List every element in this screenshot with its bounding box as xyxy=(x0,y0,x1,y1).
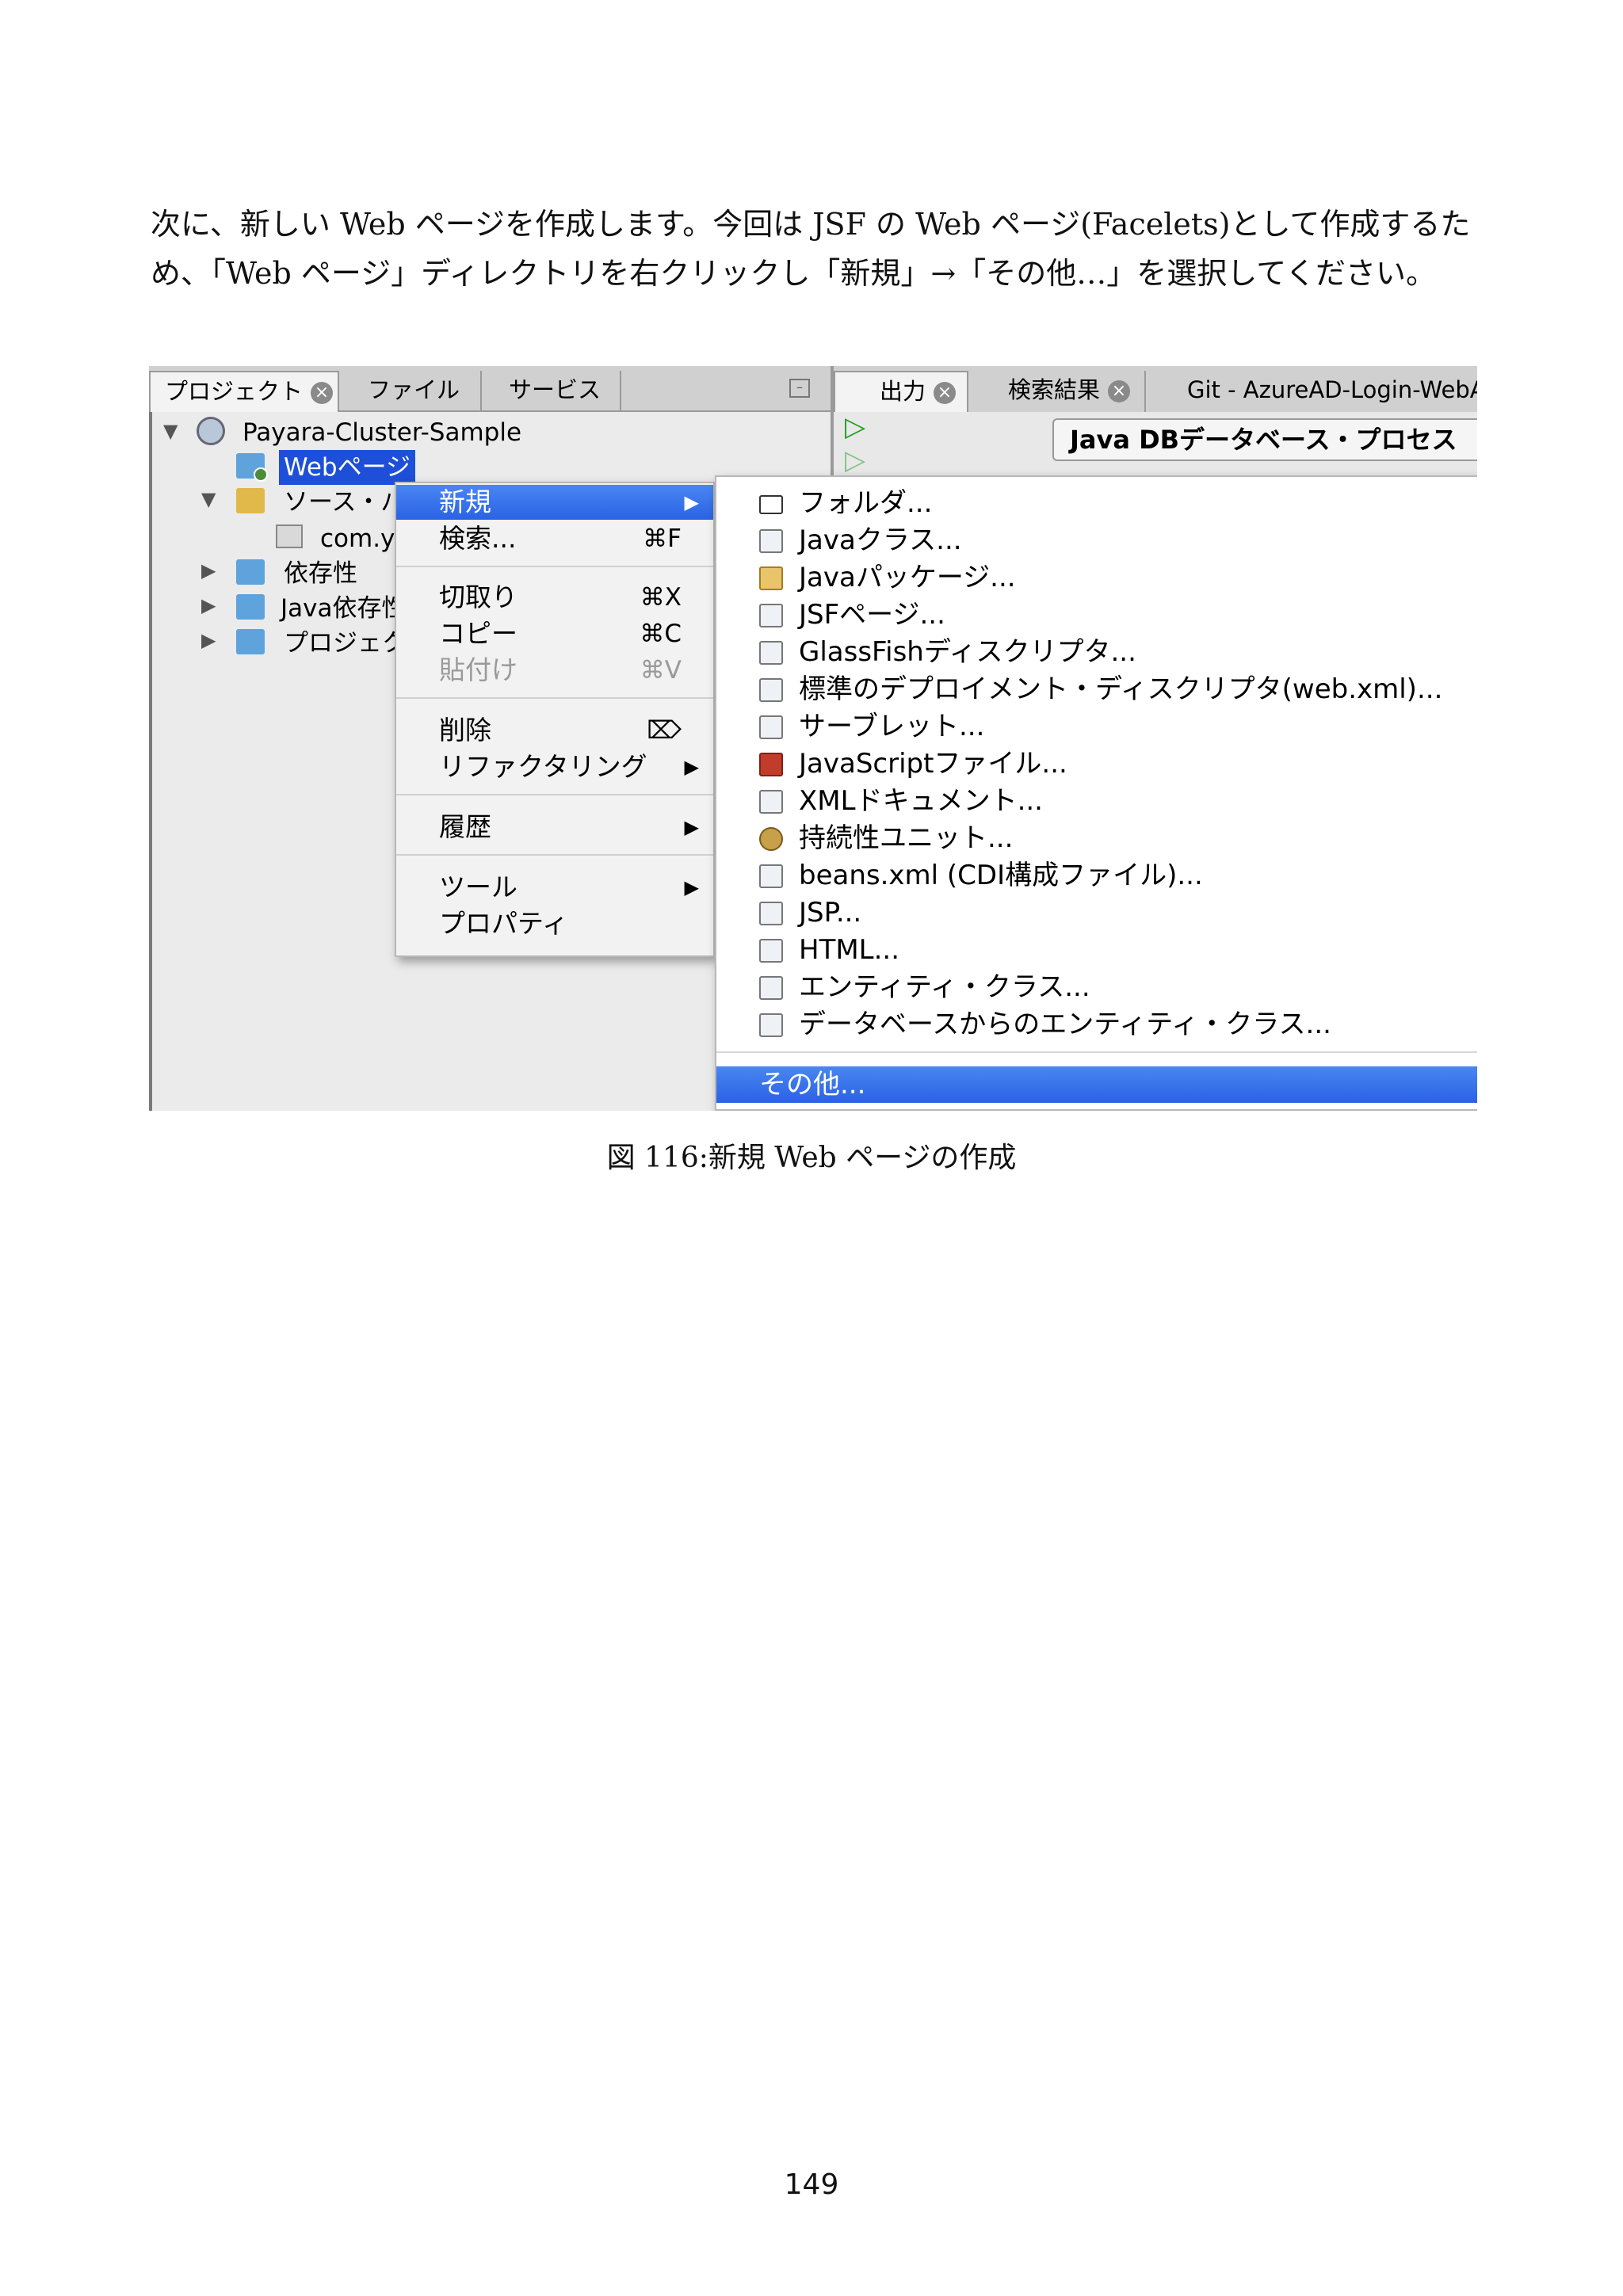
left-tab-bar: プロジェクト × ファイル サービス – xyxy=(149,366,831,412)
entity-icon xyxy=(759,1013,783,1037)
page-number: 149 xyxy=(784,2168,839,2201)
tree-deps[interactable]: 依存性 xyxy=(284,556,357,591)
submenu-item-html[interactable]: HTML... xyxy=(716,932,1477,968)
submenu-arrow-icon: ▶ xyxy=(684,491,699,513)
menu-item-properties[interactable]: プロパティ xyxy=(396,906,713,941)
submenu-item-jsf-page[interactable]: JSFページ... xyxy=(716,597,1477,633)
menu-item-new[interactable]: 新規 ▶ xyxy=(396,485,713,520)
tab-search-results[interactable]: 検索結果 × xyxy=(968,371,1146,412)
project-globe-icon xyxy=(197,417,225,445)
config-folder-icon xyxy=(236,629,265,654)
rerun-icon[interactable]: ▷ xyxy=(845,447,872,474)
close-icon[interactable]: × xyxy=(934,382,957,404)
submenu-item-entity-class[interactable]: エンティティ・クラス... xyxy=(716,969,1477,1005)
library-folder-icon xyxy=(236,594,265,620)
tab-output[interactable]: 出力 × xyxy=(834,371,968,412)
submenu-item-jsp[interactable]: JSP... xyxy=(716,894,1477,931)
web-folder-icon xyxy=(236,453,268,482)
tree-java-deps[interactable]: Java依存性 xyxy=(281,591,406,626)
menu-item-tools[interactable]: ツール ▶ xyxy=(396,870,713,905)
intro-line-2: め、「Web ページ」ディレクトリを右クリックし「新規」→「その他…」を選択して… xyxy=(151,256,1436,291)
html-icon xyxy=(759,939,783,963)
submenu-item-persistence-unit[interactable]: 持続性ユニット... xyxy=(716,820,1477,856)
servlet-icon xyxy=(759,715,783,739)
submenu-item-glassfish-descriptor[interactable]: GlassFishディスクリプタ... xyxy=(716,634,1477,670)
entity-icon xyxy=(759,976,783,1000)
descriptor-icon xyxy=(759,678,783,702)
submenu-item-servlet[interactable]: サーブレット... xyxy=(716,708,1477,745)
tab-files[interactable]: ファイル xyxy=(339,371,482,412)
submenu-item-web-xml[interactable]: 標準のデプロイメント・ディスクリプタ(web.xml)... xyxy=(716,671,1477,707)
context-menu: 新規 ▶ 検索... ⌘F 切取り ⌘X コピー ⌘C 貼付け ⌘V 削除 ⌦ リファクタリ… xyxy=(395,482,715,957)
menu-item-delete[interactable]: 削除 ⌦ xyxy=(396,713,713,748)
persistence-icon xyxy=(759,827,783,851)
submenu-item-entity-from-db[interactable]: データベースからのエンティティ・クラス... xyxy=(716,1006,1477,1043)
jsp-icon xyxy=(759,902,783,925)
collapsed-triangle-icon[interactable]: ▶ xyxy=(201,594,216,616)
collapsed-triangle-icon[interactable]: ▶ xyxy=(201,629,216,651)
intro-line-1: 次に、新しい Web ページを作成します。今回は JSF の Web ページ(F… xyxy=(151,207,1471,242)
menu-item-paste[interactable]: 貼付け ⌘V xyxy=(396,653,713,688)
collapsed-triangle-icon[interactable]: ▶ xyxy=(201,559,216,582)
tree-sources[interactable]: ソース・パ xyxy=(284,485,405,520)
submenu-item-javascript[interactable]: JavaScriptファイル... xyxy=(716,746,1477,782)
rerun-icon[interactable]: ▷ xyxy=(845,414,872,441)
javascript-icon xyxy=(759,753,783,776)
menu-item-copy[interactable]: コピー ⌘C xyxy=(396,616,713,651)
menu-separator xyxy=(396,697,713,699)
tab-projects[interactable]: プロジェクト × xyxy=(149,371,339,412)
submenu-item-other[interactable]: その他... xyxy=(716,1066,1477,1103)
menu-item-refactor[interactable]: リファクタリング ▶ xyxy=(396,749,713,784)
package-icon xyxy=(276,524,303,548)
figure-caption: 図 116:新規 Web ページの作成 xyxy=(606,1142,1017,1174)
jsf-page-icon xyxy=(759,604,783,627)
delete-key-icon: ⌦ xyxy=(647,716,682,745)
expand-triangle-icon[interactable]: ▼ xyxy=(163,420,178,442)
submenu-item-beans-xml[interactable]: beans.xml (CDI構成ファイル)... xyxy=(716,857,1477,894)
expand-triangle-icon[interactable]: ▼ xyxy=(201,488,216,510)
submenu-separator xyxy=(716,1051,1477,1053)
submenu-item-java-package[interactable]: Javaパッケージ... xyxy=(716,559,1477,596)
submenu-item-java-class[interactable]: Javaクラス... xyxy=(716,522,1477,559)
library-folder-icon xyxy=(236,559,265,585)
menu-item-cut[interactable]: 切取り ⌘X xyxy=(396,580,713,615)
submenu-item-folder[interactable]: フォルダ... xyxy=(716,485,1477,521)
menu-item-find[interactable]: 検索... ⌘F xyxy=(396,521,713,556)
menu-item-history[interactable]: 履歴 ▶ xyxy=(396,810,713,845)
java-db-process-tab[interactable]: Java DBデータベース・プロセス xyxy=(1052,418,1477,461)
xml-icon xyxy=(759,790,783,814)
new-submenu: フォルダ... Javaクラス... Javaパッケージ... JSFページ..… xyxy=(715,475,1477,1111)
folder-icon xyxy=(759,495,783,514)
source-folder-icon xyxy=(236,488,265,513)
submenu-arrow-icon: ▶ xyxy=(684,756,699,778)
menu-separator xyxy=(396,566,713,567)
tree-project-files[interactable]: プロジェク xyxy=(284,626,407,661)
menu-separator xyxy=(396,854,713,856)
minimize-icon[interactable]: – xyxy=(789,379,810,398)
tree-project[interactable]: Payara-Cluster-Sample xyxy=(242,415,521,450)
tree-web-pages[interactable]: Webページ xyxy=(279,450,415,485)
java-package-icon xyxy=(759,566,783,590)
submenu-arrow-icon: ▶ xyxy=(684,816,699,838)
netbeans-screenshot: プロジェクト × ファイル サービス – ▼ Payara-Cluster-Sam… xyxy=(149,366,1477,1111)
close-icon[interactable]: × xyxy=(311,382,334,404)
right-tab-bar: 出力 × 検索結果 × Git - AzureAD-Login-WebA xyxy=(831,366,1477,412)
submenu-arrow-icon: ▶ xyxy=(684,876,699,898)
xml-icon xyxy=(759,864,783,888)
tab-services[interactable]: サービス xyxy=(482,371,621,412)
descriptor-icon xyxy=(759,641,783,665)
close-icon[interactable]: × xyxy=(1108,380,1131,402)
java-class-icon xyxy=(759,529,783,553)
tab-git[interactable]: Git - AzureAD-Login-WebA xyxy=(1146,371,1477,412)
menu-separator xyxy=(396,794,713,795)
intro-text: 次に、新しい Web ページを作成します。今回は JSF の Web ページ(F… xyxy=(151,200,1482,298)
submenu-item-xml-document[interactable]: XMLドキュメント... xyxy=(716,783,1477,819)
